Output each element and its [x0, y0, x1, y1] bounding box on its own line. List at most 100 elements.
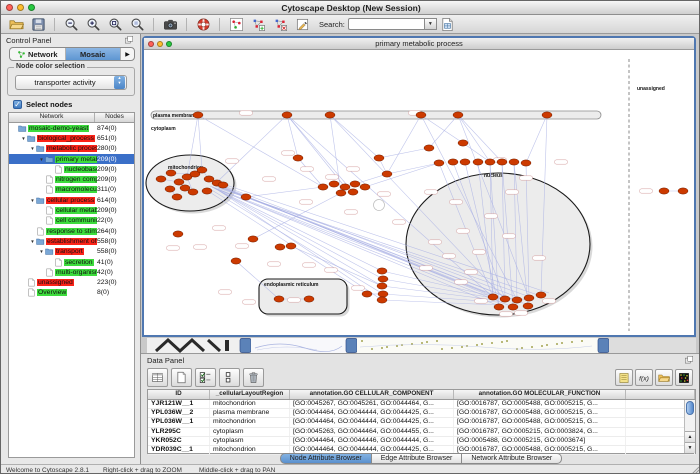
scrollbar-thumb[interactable]	[686, 401, 694, 415]
network-view-window[interactable]: primary metabolic process plasma membran…	[142, 36, 696, 337]
table-cell[interactable]: YPL036W__2	[148, 409, 210, 417]
tree-row[interactable]: ▼primary metabolic process209(0)	[9, 154, 134, 164]
compartment-plasma-membrane[interactable]	[151, 111, 601, 119]
create-view-button[interactable]	[247, 16, 269, 33]
graph-node[interactable]	[325, 112, 335, 118]
float-panel-icon[interactable]	[683, 355, 695, 365]
table-cell[interactable]: YKR052C	[148, 437, 210, 445]
graph-node[interactable]	[508, 304, 518, 310]
graph-node[interactable]	[488, 294, 498, 300]
new-attribute-button[interactable]	[171, 368, 192, 387]
column-header[interactable]: annotation.GO MOLECULAR_FUNCTION	[454, 390, 626, 399]
tree-row[interactable]: response to stimulu264(0)	[9, 226, 134, 236]
table-cell[interactable]: [GO:0044464, GO:0044444, GO:0044425, G..…	[290, 418, 454, 426]
graph-node[interactable]	[378, 276, 388, 282]
graph-node[interactable]	[374, 155, 384, 161]
tree-row[interactable]: ▼biological_process651(0)	[9, 133, 134, 143]
table-cell[interactable]: [GO:0045263, GO:0044464, GO:0044455, G..…	[290, 428, 454, 436]
tree-row[interactable]: ▼transport558(0)	[9, 247, 134, 257]
graph-node[interactable]	[340, 184, 350, 190]
snapshot-button[interactable]	[159, 16, 181, 33]
graph-node[interactable]	[231, 258, 241, 264]
graph-node[interactable]	[166, 170, 176, 176]
tab-network-attribute-browser[interactable]: Network Attribute Browser	[462, 453, 562, 464]
graph-node[interactable]	[218, 182, 228, 188]
scroll-up-button[interactable]: ▲	[685, 431, 695, 442]
scroll-down-button[interactable]: ▼	[685, 442, 695, 453]
tree-row[interactable]: cell communicat22(0)	[9, 216, 134, 226]
import-attribute-file-button[interactable]	[655, 369, 673, 386]
zoom-out-button[interactable]	[60, 16, 82, 33]
tab-mosaic[interactable]: Mosaic	[66, 48, 122, 60]
table-cell[interactable]: mitochondrion	[210, 400, 290, 408]
graph-node[interactable]	[173, 231, 183, 237]
tree-row[interactable]: macromolecule311(0)	[9, 185, 134, 195]
search-input[interactable]	[348, 18, 424, 30]
graph-node[interactable]	[473, 159, 483, 165]
graph-node[interactable]	[434, 160, 444, 166]
tab-network[interactable]: Network	[10, 48, 66, 60]
table-row[interactable]: YLR295Ccytoplasm[GO:0045263, GO:0044464,…	[148, 428, 695, 437]
graph-node[interactable]	[485, 159, 495, 165]
tab-node-attribute-browser[interactable]: Node Attribute Browser	[280, 453, 372, 464]
tree-column-nodes[interactable]: Nodes	[95, 113, 134, 122]
graph-node[interactable]	[318, 184, 328, 190]
expand-arrow-icon[interactable]: ▼	[29, 239, 36, 244]
tree-row[interactable]: nitrogen compo209(0)	[9, 174, 134, 184]
column-header[interactable]: ID	[148, 390, 210, 399]
table-row[interactable]: YKR052Ccytoplasm[GO:0044464, GO:0044446,…	[148, 437, 695, 446]
graph-node[interactable]	[274, 296, 284, 302]
import-attributes-button[interactable]	[437, 16, 459, 33]
graph-node[interactable]	[524, 295, 534, 301]
graph-node[interactable]	[329, 181, 339, 187]
tree-row[interactable]: mosaic-demo-yeast874(0)	[9, 123, 134, 133]
save-session-button[interactable]	[27, 16, 49, 33]
graph-node[interactable]	[165, 186, 175, 192]
graph-node[interactable]	[156, 176, 166, 182]
formula-builder-button[interactable]: f(x)	[635, 369, 653, 386]
table-cell[interactable]: [GO:0016787, GO:0005215, GO:0003824, G..…	[454, 428, 626, 436]
tab-overflow-arrow-icon[interactable]: ▶	[121, 48, 134, 60]
tree-row[interactable]: unassigned223(0)	[9, 277, 134, 287]
graph-node[interactable]	[424, 145, 434, 151]
annotation-button[interactable]	[291, 16, 313, 33]
network-view-button[interactable]	[225, 16, 247, 33]
table-cell[interactable]: cytoplasm	[210, 428, 290, 436]
matrix-view-button[interactable]	[675, 369, 693, 386]
resize-grip-icon[interactable]	[691, 466, 700, 474]
graph-node[interactable]	[202, 188, 212, 194]
table-cell[interactable]: [GO:0016787, GO:0005488, GO:0005215, G..…	[454, 400, 626, 408]
node-color-dropdown[interactable]: transporter activity ▲▼	[15, 75, 127, 90]
network-graph[interactable]: plasma membranecytoplasmmitochondrionnuc…	[144, 50, 694, 335]
background-windows-strip[interactable]	[142, 338, 696, 353]
search-dropdown-arrow-icon[interactable]: ▼	[424, 18, 437, 30]
tree-row[interactable]: ▼cellular process614(0)	[9, 195, 134, 205]
graph-node[interactable]	[241, 194, 251, 200]
graph-node[interactable]	[360, 184, 370, 190]
graph-node[interactable]	[448, 159, 458, 165]
open-file-button[interactable]	[5, 16, 27, 33]
expand-arrow-icon[interactable]: ▼	[38, 249, 45, 254]
graph-node[interactable]	[542, 112, 552, 118]
graph-node[interactable]	[248, 236, 258, 242]
table-cell[interactable]: [GO:0016787, GO:0005488, GO:0005215, G..…	[454, 418, 626, 426]
graph-node[interactable]	[275, 244, 285, 250]
graph-node[interactable]	[377, 283, 387, 289]
table-cell[interactable]: plasma membrane	[210, 409, 290, 417]
zoom-selected-button[interactable]	[104, 16, 126, 33]
graph-node[interactable]	[377, 297, 387, 303]
table-row[interactable]: YPL036W__2plasma membrane[GO:0044464, GO…	[148, 409, 695, 418]
zoom-fit-button[interactable]	[126, 16, 148, 33]
tree-row[interactable]: ▼establishment of lo558(0)	[9, 236, 134, 246]
graph-node[interactable]	[416, 112, 426, 118]
help-button[interactable]	[192, 16, 214, 33]
graph-node[interactable]	[460, 159, 470, 165]
column-header[interactable]: annotation.GO CELLULAR_COMPONENT	[290, 390, 454, 399]
graph-node[interactable]	[521, 160, 531, 166]
destroy-view-button[interactable]	[269, 16, 291, 33]
tree-row[interactable]: ▼metabolic process280(0)	[9, 144, 134, 154]
table-cell[interactable]: mitochondrion	[210, 418, 290, 426]
table-cell[interactable]: cytoplasm	[210, 437, 290, 445]
tree-row[interactable]: cellular metabo209(0)	[9, 205, 134, 215]
graph-node[interactable]	[494, 304, 504, 310]
